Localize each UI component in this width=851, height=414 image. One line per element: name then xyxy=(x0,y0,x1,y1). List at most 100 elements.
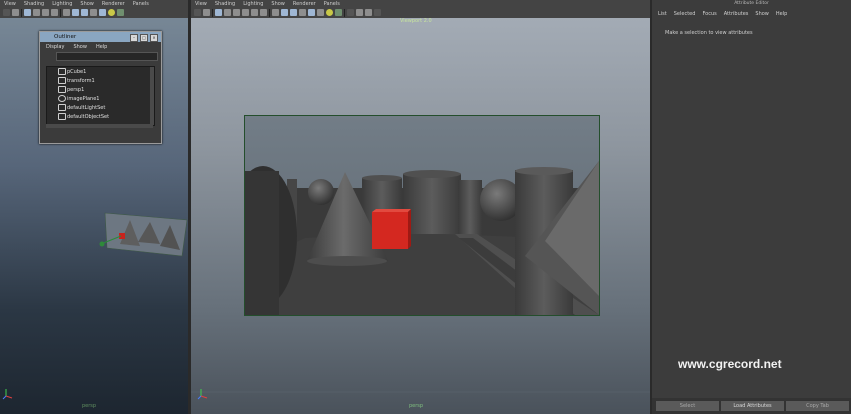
axis-x-icon xyxy=(5,395,13,399)
smooth-shade-icon[interactable] xyxy=(281,9,288,16)
select-camera-icon[interactable] xyxy=(3,9,10,16)
isolate-select-icon[interactable] xyxy=(347,9,354,16)
grid-icon[interactable] xyxy=(42,9,49,16)
mesh-icon xyxy=(58,68,66,75)
copy-tab-button[interactable]: Copy Tab xyxy=(786,401,849,411)
list-item[interactable]: defaultObjectSet xyxy=(47,112,154,121)
bookmark-icon[interactable] xyxy=(24,9,31,16)
axis-z-icon xyxy=(2,395,7,400)
maximize-button[interactable]: □ xyxy=(140,34,148,42)
vertical-scrollbar[interactable] xyxy=(150,67,154,125)
camera-attributes-icon[interactable] xyxy=(203,9,210,16)
list-item[interactable]: transform1 xyxy=(47,76,154,85)
left-viewport-menu: View Shading Lighting Show Renderer Pane… xyxy=(3,0,150,7)
wireframe-on-shaded-icon[interactable] xyxy=(290,9,297,16)
axis-z-icon xyxy=(197,395,202,400)
watermark: www.cgrecord.net xyxy=(678,357,782,371)
menu-focus[interactable]: Focus xyxy=(702,11,716,17)
textured-icon[interactable] xyxy=(90,9,97,16)
image-plane-icon[interactable] xyxy=(224,9,231,16)
list-item[interactable]: defaultLightSet xyxy=(47,103,154,112)
menu-display[interactable]: Display xyxy=(46,44,64,50)
center-camera-label: persp xyxy=(409,403,424,409)
select-button[interactable]: Select xyxy=(656,401,719,411)
outliner-search-field[interactable] xyxy=(56,52,158,61)
wireframe-on-shaded-icon[interactable] xyxy=(81,9,88,16)
image-plane-icon[interactable] xyxy=(33,9,40,16)
menu-renderer[interactable]: Renderer xyxy=(101,1,126,7)
transform-icon xyxy=(58,77,66,84)
axis-x-icon xyxy=(200,395,208,399)
two-sided-lighting-icon[interactable] xyxy=(374,9,381,16)
smooth-shade-icon[interactable] xyxy=(72,9,79,16)
minimize-button[interactable]: – xyxy=(130,34,138,42)
outliner-list[interactable]: pCube1 transform1 persp1 imagePlane1 def… xyxy=(46,66,155,126)
resolution-gate-icon[interactable] xyxy=(251,9,258,16)
textured-icon[interactable] xyxy=(299,9,306,16)
red-cube[interactable] xyxy=(372,212,408,249)
camera-icon xyxy=(99,241,105,247)
list-item[interactable]: imagePlane1 xyxy=(47,94,154,103)
xray-joints-icon[interactable] xyxy=(356,9,363,16)
list-item[interactable]: pCube1 xyxy=(47,67,154,76)
set-icon xyxy=(58,113,66,120)
menu-panels[interactable]: Panels xyxy=(323,1,341,7)
selection-hint: Make a selection to view attributes xyxy=(665,30,753,36)
viewport-renderer-label: Viewport 2.0 xyxy=(400,18,432,24)
wireframe-icon[interactable] xyxy=(272,9,279,16)
left-viewport-icon-bar xyxy=(3,8,124,17)
menu-list[interactable]: List xyxy=(658,11,667,17)
menu-panels[interactable]: Panels xyxy=(132,1,150,7)
shadows-toggle-icon[interactable] xyxy=(317,9,324,16)
load-attributes-button[interactable]: Load Attributes xyxy=(721,401,784,411)
menu-show[interactable]: Show xyxy=(270,1,286,7)
menu-selected[interactable]: Selected xyxy=(674,11,696,17)
hud-icon[interactable] xyxy=(365,9,372,16)
menu-help[interactable]: Help xyxy=(96,44,107,50)
menu-view[interactable]: View xyxy=(3,1,17,7)
select-camera-icon[interactable] xyxy=(194,9,201,16)
render-scene xyxy=(245,116,599,315)
outliner-titlebar[interactable]: Outliner – □ × xyxy=(40,32,161,42)
use-all-lights-icon[interactable] xyxy=(99,9,106,16)
bookmark-icon[interactable] xyxy=(215,9,222,16)
camera-icon xyxy=(58,86,66,93)
attribute-editor-title: Attribute Editor xyxy=(734,1,769,6)
menu-renderer[interactable]: Renderer xyxy=(292,1,317,7)
film-gate-icon[interactable] xyxy=(51,9,58,16)
menu-shading[interactable]: Shading xyxy=(214,1,236,7)
menu-show[interactable]: Show xyxy=(79,1,95,7)
gate-mask-icon[interactable] xyxy=(260,9,267,16)
shadows-icon[interactable] xyxy=(326,9,333,16)
menu-view[interactable]: View xyxy=(194,1,208,7)
close-button[interactable]: × xyxy=(150,34,158,42)
menu-shading[interactable]: Shading xyxy=(23,1,45,7)
xray-icon[interactable] xyxy=(117,9,124,16)
outliner-title: Outliner xyxy=(54,34,77,40)
menu-lighting[interactable]: Lighting xyxy=(51,1,73,7)
xray-icon[interactable] xyxy=(335,9,342,16)
center-viewport-menu: View Shading Lighting Show Renderer Pane… xyxy=(194,0,341,7)
list-item[interactable]: persp1 xyxy=(47,85,154,94)
shadows-icon[interactable] xyxy=(108,9,115,16)
center-viewport-icon-bar xyxy=(194,8,381,17)
outliner-menu: Display Show Help xyxy=(40,42,161,52)
menu-help[interactable]: Help xyxy=(776,11,787,17)
camera-attributes-icon[interactable] xyxy=(12,9,19,16)
menu-show[interactable]: Show xyxy=(755,11,769,17)
menu-attributes[interactable]: Attributes xyxy=(724,11,749,17)
grid-icon[interactable] xyxy=(233,9,240,16)
image-plane-icon xyxy=(58,95,66,102)
attribute-editor-panel: Attribute Editor List Selected Focus Att… xyxy=(652,0,851,414)
menu-lighting[interactable]: Lighting xyxy=(242,1,264,7)
wireframe-icon[interactable] xyxy=(63,9,70,16)
set-icon xyxy=(58,104,66,111)
use-all-lights-icon[interactable] xyxy=(308,9,315,16)
render-resolution-gate xyxy=(244,115,600,316)
left-camera-label: persp xyxy=(82,403,97,409)
film-gate-icon[interactable] xyxy=(242,9,249,16)
outliner-window[interactable]: Outliner – □ × Display Show Help pCube1 … xyxy=(39,31,162,144)
attribute-editor-menu: List Selected Focus Attributes Show Help xyxy=(658,11,787,17)
menu-show[interactable]: Show xyxy=(73,44,87,50)
horizontal-scrollbar[interactable] xyxy=(46,124,153,128)
